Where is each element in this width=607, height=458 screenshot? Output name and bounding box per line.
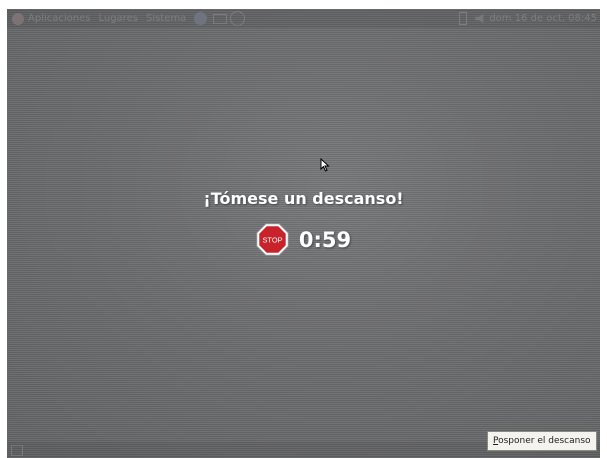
volume-icon[interactable] <box>475 14 484 23</box>
postpone-break-button[interactable]: Posponer el descanso <box>487 431 597 451</box>
top-panel: Aplicaciones Lugares Sistema dom 16 de o… <box>7 9 600 28</box>
mouse-cursor-icon <box>320 158 330 172</box>
stop-sign-icon: STOP <box>256 223 289 256</box>
break-message: ¡Tómese un descanso! <box>203 189 404 208</box>
break-timer-icon[interactable] <box>230 11 246 26</box>
menu-system[interactable]: Sistema <box>146 13 186 24</box>
desktop-screen: Aplicaciones Lugares Sistema dom 16 de o… <box>7 9 600 458</box>
menu-applications[interactable]: Aplicaciones <box>28 13 90 24</box>
system-tray: dom 16 de oct, 08:45 <box>459 12 597 25</box>
postpone-label: osponer el descanso <box>498 436 591 446</box>
browser-icon[interactable] <box>194 12 208 25</box>
show-desktop-icon[interactable] <box>11 445 23 456</box>
gnome-foot-icon[interactable] <box>12 12 24 25</box>
mail-icon[interactable] <box>213 13 228 24</box>
panel-clock[interactable]: dom 16 de oct, 08:45 <box>489 13 597 24</box>
stop-sign-text: STOP <box>262 235 282 244</box>
battery-icon[interactable] <box>459 12 468 25</box>
menu-places[interactable]: Lugares <box>98 13 137 24</box>
countdown-timer: 0:59 <box>298 227 352 252</box>
countdown-row: STOP 0:59 <box>7 223 600 256</box>
